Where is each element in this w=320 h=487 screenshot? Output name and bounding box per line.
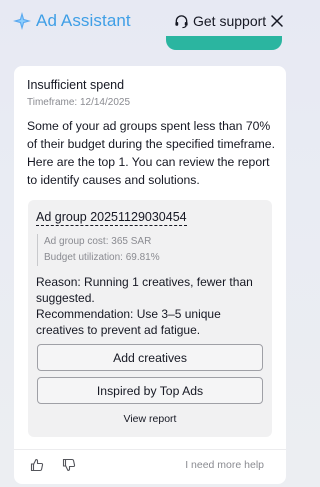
brand: Ad Assistant <box>12 11 131 31</box>
get-support-button[interactable]: Get support <box>174 13 266 29</box>
inspired-by-top-ads-button[interactable]: Inspired by Top Ads <box>37 377 263 404</box>
view-report-link[interactable]: View report <box>28 413 272 425</box>
get-support-label: Get support <box>193 13 267 29</box>
recommendation: Recommendation: Use 3–5 unique creatives… <box>36 307 221 337</box>
sparkle-icon <box>13 12 31 30</box>
add-creatives-button[interactable]: Add creatives <box>37 344 263 371</box>
divider <box>14 449 286 450</box>
thumbs-down-icon[interactable] <box>62 458 76 472</box>
budget-utilization: Budget utilization: 69.81% <box>44 252 160 263</box>
headset-icon <box>175 14 188 28</box>
reason: Reason: Running 1 creatives, fewer than … <box>36 275 253 305</box>
thumbs-up-icon[interactable] <box>30 458 44 472</box>
ad-group-cost: Ad group cost: 365 SAR <box>44 236 152 247</box>
close-icon[interactable] <box>270 14 284 28</box>
ad-group-stats: Ad group cost: 365 SAR Budget utilizatio… <box>37 234 160 266</box>
previous-action-button[interactable] <box>166 36 282 50</box>
timeframe: Timeframe: 12/14/2025 <box>27 97 131 108</box>
ad-group-name-link[interactable]: Ad group 20251129030454 <box>36 210 187 226</box>
ad-group-panel: Ad group 20251129030454 Ad group cost: 3… <box>28 200 272 437</box>
reason-text: Reason: Running 1 creatives, fewer than … <box>36 274 264 338</box>
need-more-help-link[interactable]: I need more help <box>185 459 264 471</box>
card-title: Insufficient spend <box>27 78 125 92</box>
recommendation-card: Insufficient spend Timeframe: 12/14/2025… <box>14 66 286 484</box>
app-title: Ad Assistant <box>36 11 131 30</box>
card-message: Some of your ad groups spent less than 7… <box>27 119 275 187</box>
